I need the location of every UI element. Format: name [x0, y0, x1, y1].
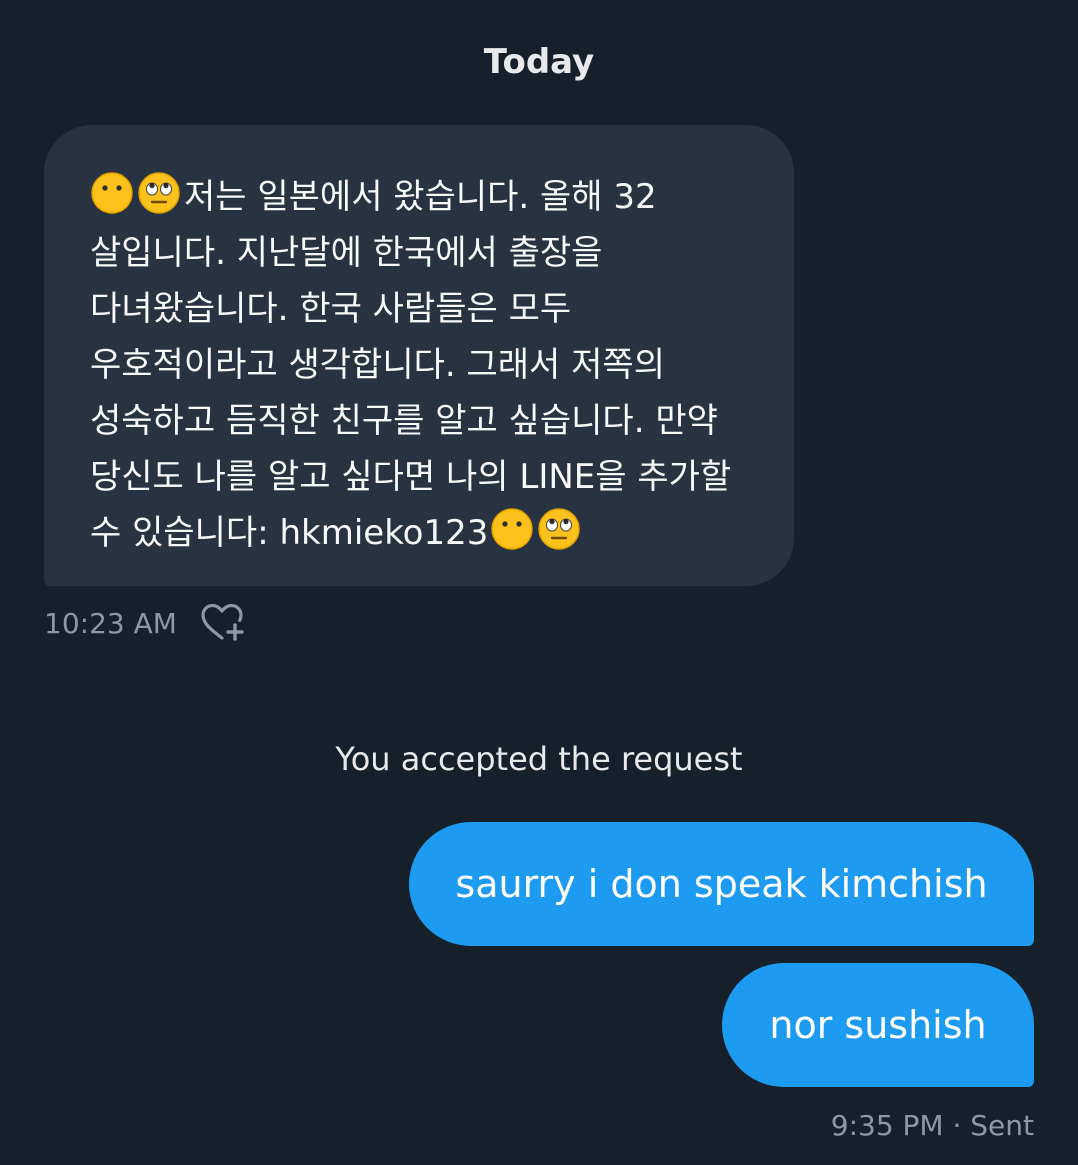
outgoing-message-text: saurry i don speak kimchish — [455, 862, 988, 906]
system-message: You accepted the request — [335, 740, 743, 778]
outgoing-message-bubble[interactable]: nor sushish — [722, 963, 1034, 1087]
outgoing-message-status: 9:35 PM · Sent — [830, 1109, 1034, 1142]
incoming-message-meta: 10:23 AM — [44, 600, 247, 646]
incoming-message-bubble[interactable]: 저는 일본에서 왔습니다. 올해 32 살입니다. 지난달에 한국에서 출장을 … — [44, 125, 794, 586]
react-heart-button[interactable] — [199, 600, 247, 646]
day-separator: Today — [483, 42, 595, 82]
emoji-face-with-rolling-eyes-icon — [137, 171, 181, 215]
heart-plus-icon — [201, 603, 244, 641]
emoji-face-with-rolling-eyes-alt-icon — [490, 507, 534, 551]
emoji-face-with-rolling-eyes-alt-icon — [90, 171, 134, 215]
incoming-message-text-block: 저는 일본에서 왔습니다. 올해 32 살입니다. 지난달에 한국에서 출장을 … — [90, 169, 764, 561]
emoji-face-with-rolling-eyes-icon — [537, 507, 581, 551]
outgoing-message-bubble[interactable]: saurry i don speak kimchish — [409, 822, 1034, 946]
incoming-message-time: 10:23 AM — [44, 606, 177, 640]
outgoing-message-text: nor sushish — [769, 1003, 987, 1047]
incoming-message-text: 저는 일본에서 왔습니다. 올해 32 살입니다. 지난달에 한국에서 출장을 … — [90, 177, 732, 553]
